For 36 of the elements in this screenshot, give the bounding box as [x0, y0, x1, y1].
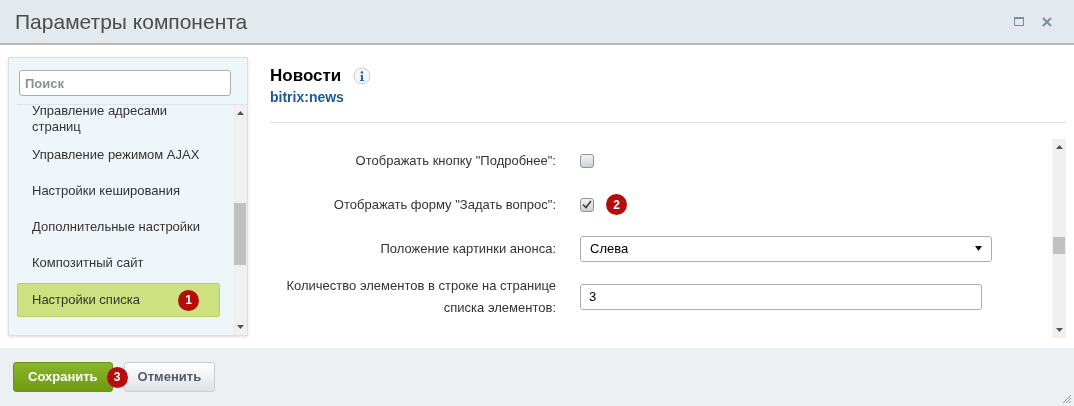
maximize-button[interactable] [1012, 14, 1026, 29]
scroll-up-icon [1055, 144, 1063, 149]
scroll-down-icon [236, 325, 244, 329]
close-button[interactable] [1040, 14, 1054, 29]
input-field[interactable]: 3 [580, 283, 982, 310]
step-number: 2 [606, 194, 627, 215]
parameter-label: Отображать форму "Задать вопрос": [332, 195, 556, 214]
scrollbar-thumb[interactable] [234, 203, 246, 265]
dropdown[interactable]: Слева [580, 235, 992, 262]
sidebar-item[interactable]: Управление режимом AJAX [17, 137, 220, 173]
scrollbar[interactable] [233, 105, 247, 335]
resize-grip-icon[interactable] [1062, 394, 1071, 403]
window-title: Параметры компонента [15, 8, 249, 35]
sidebar-item[interactable]: Композитный сайт [17, 245, 220, 281]
sidebar-item[interactable]: Дополнительные настройки [17, 209, 220, 245]
step-number: 1 [178, 289, 199, 311]
sidebar-item[interactable]: Настройки кеширования [17, 173, 220, 209]
scroll-up-icon [236, 111, 244, 115]
checkbox[interactable] [580, 153, 594, 168]
scrollbar-thumb[interactable] [1053, 236, 1065, 254]
checkbox[interactable] [580, 197, 594, 212]
caret-icon [975, 246, 982, 251]
maximize-icon [1014, 17, 1024, 26]
sidebar-item[interactable]: Управление адресами страниц [17, 105, 220, 137]
cancel-button[interactable]: Отменить [123, 362, 216, 392]
sidebar-item[interactable]: Настройки списка 1 [17, 283, 220, 317]
parameter-label: Положение картинки анонса: [379, 239, 556, 258]
parameter-label: Отображать кнопку "Подробнее": [354, 151, 556, 170]
search-field[interactable]: Поиск [19, 70, 231, 96]
parameter-label: Количество элементов в строке на странице списка элементов: [285, 276, 556, 317]
info-icon[interactable] [353, 66, 372, 85]
scrollbar[interactable] [1052, 138, 1066, 338]
component-code: bitrix:news [270, 87, 345, 107]
close-icon [1042, 16, 1052, 27]
scroll-down-icon [1055, 328, 1063, 332]
component-name: Новости [270, 65, 342, 87]
